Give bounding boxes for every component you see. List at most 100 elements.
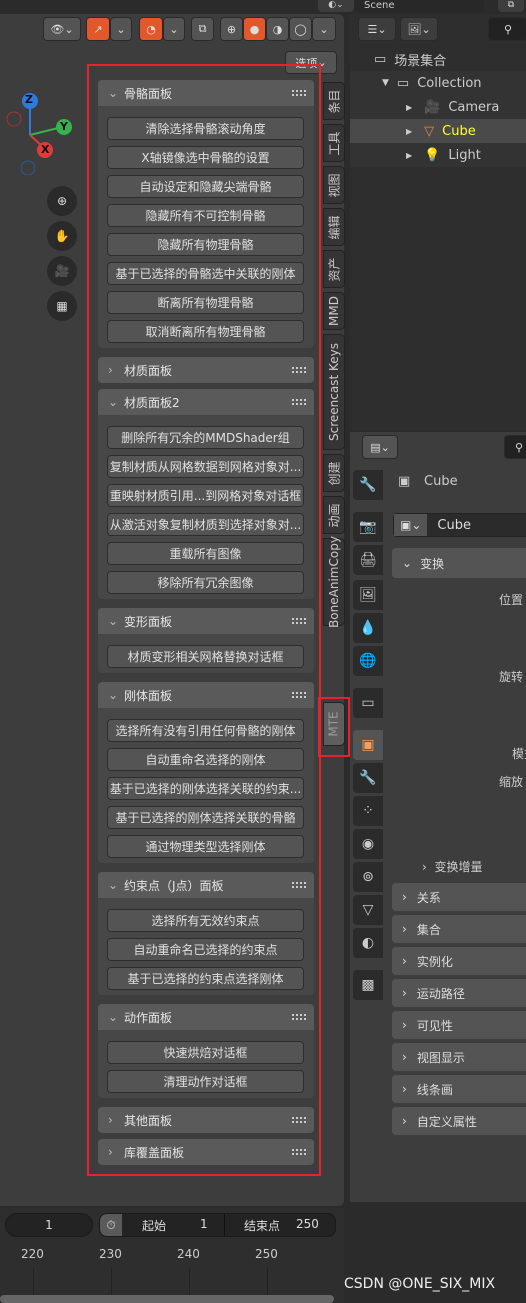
object-name-field[interactable]: ▣⌄ Cube <box>393 513 526 537</box>
sidebar-tab[interactable]: 条目 <box>323 82 345 120</box>
material-icon[interactable]: ◐ <box>353 928 383 958</box>
modifier-icon[interactable]: 🔧 <box>353 763 383 793</box>
outliner-item[interactable]: ▶ ▽ Cube <box>350 119 526 143</box>
search-icon[interactable]: ⚲ <box>488 17 526 41</box>
tool-icon[interactable]: 🔧 <box>353 470 383 500</box>
properties-section[interactable]: › 实例化 <box>392 947 526 975</box>
label: 场景集合 <box>394 53 447 69</box>
item-name: Light <box>448 147 481 163</box>
filter-dropdown[interactable]: 🖼⌄ <box>400 17 438 41</box>
constraints-icon[interactable]: ⊚ <box>353 862 383 892</box>
start-label: 起始 <box>142 1219 167 1233</box>
tab-label: 编辑 <box>327 214 342 240</box>
frame-tick-label: 220 <box>21 1247 44 1261</box>
camera-view-icon[interactable]: 🎥 <box>47 256 77 286</box>
display-mode-dropdown[interactable]: ☰⌄ <box>358 17 396 41</box>
properties-section[interactable]: › 集合 <box>392 915 526 943</box>
end-frame-field[interactable]: 250 <box>296 1217 319 1231</box>
visibility-dropdown[interactable]: 👁⌄ <box>43 17 81 41</box>
sidebar-tab[interactable]: Screencast Keys <box>323 334 345 450</box>
stopwatch-icon[interactable]: ⏱ <box>100 1214 122 1236</box>
collection-icon[interactable]: ▭ <box>353 688 383 718</box>
sidebar-tab[interactable]: 资产 <box>323 250 345 288</box>
sidebar-tab[interactable]: 视图 <box>323 166 345 204</box>
overlay-toggle[interactable]: ◔ <box>139 17 163 41</box>
physics-icon[interactable]: ◉ <box>353 829 383 859</box>
tab-label: Screencast Keys <box>327 343 341 441</box>
delta-transform-toggle[interactable]: › 变换增量 <box>422 858 482 875</box>
properties-section[interactable]: › 关系 <box>392 883 526 911</box>
data-icon[interactable]: ▽ <box>353 895 383 925</box>
grid-view-icon[interactable]: ▦ <box>47 291 77 321</box>
rendered-shading[interactable]: ◯ <box>289 17 312 41</box>
props-search-icon[interactable]: ⚲ <box>504 435 526 459</box>
editor-type-dropdown[interactable]: ▤⌄ <box>362 435 398 459</box>
particles-icon[interactable]: ⁘ <box>353 796 383 826</box>
zoom-icon[interactable]: ⊕ <box>47 186 77 216</box>
view-layer-icon[interactable]: 🖼 <box>353 580 383 610</box>
new-scene-icon[interactable]: ⧉ <box>498 0 524 12</box>
sidebar-tab[interactable]: BoneAnimCopy <box>323 536 345 628</box>
xray-icon: ⧉ <box>198 22 207 35</box>
output-icon[interactable]: 🖨 <box>353 545 383 575</box>
start-frame-field[interactable]: 1 <box>200 1217 208 1231</box>
z-axis-label: Z <box>25 93 33 106</box>
end-label: 结束点 <box>244 1219 281 1233</box>
sidebar-tab[interactable]: 工具 <box>323 124 345 162</box>
label: 变换 <box>420 556 445 571</box>
wireframe-shading[interactable]: ⊕ <box>220 17 243 41</box>
overlay-icon: ◔ <box>146 22 156 36</box>
expand-icon[interactable]: ▶ <box>406 103 412 112</box>
scene-name-value: Scene <box>364 0 395 11</box>
expand-icon[interactable]: ▶ <box>406 127 412 136</box>
gizmo-dropdown[interactable]: ⌄ <box>110 17 132 41</box>
render-icon[interactable]: 📷 <box>353 512 383 542</box>
properties-section[interactable]: › 自定义属性 <box>392 1107 526 1135</box>
shading-dropdown[interactable]: ⌄ <box>312 17 336 41</box>
rotation-label: 旋转 <box>499 670 524 684</box>
section-transform[interactable]: ⌄ 变换 <box>392 548 526 578</box>
chevron-right-icon: › <box>402 922 407 936</box>
mesh-icon: ▽ <box>424 123 435 139</box>
xray-toggle[interactable]: ⧉ <box>191 17 214 41</box>
section-title: 关系 <box>416 890 441 905</box>
outliner-item[interactable]: ▶ 🎥 Camera <box>350 95 526 119</box>
chevron-right-icon: › <box>402 1018 407 1032</box>
label: 变换增量 <box>434 860 483 874</box>
sidebar-tab[interactable]: 创建 <box>323 454 345 492</box>
properties-section[interactable]: › 线条画 <box>392 1075 526 1103</box>
outliner-scene-collection[interactable]: ▭ 场景集合 <box>350 47 526 71</box>
timeline-scrollbar[interactable] <box>0 1295 334 1303</box>
scene-name-field[interactable]: Scene <box>354 0 484 12</box>
properties-section[interactable]: › 视图显示 <box>392 1043 526 1071</box>
properties-section[interactable]: › 可见性 <box>392 1011 526 1039</box>
overlay-dropdown[interactable]: ⌄ <box>163 17 185 41</box>
object-icon[interactable]: ▣ <box>353 730 383 760</box>
tab-label: 视图 <box>327 172 342 198</box>
section-title: 自定义属性 <box>416 1114 477 1129</box>
material-shading[interactable]: ◑ <box>266 17 289 41</box>
section-title: 运动路径 <box>416 986 465 1001</box>
axis-gizmo[interactable] <box>0 85 90 175</box>
frame-gridline <box>267 1268 268 1295</box>
solid-shading[interactable]: ● <box>243 17 266 41</box>
texture-icon[interactable]: ▩ <box>353 970 383 1000</box>
scale-label: 缩放 <box>499 775 524 789</box>
current-frame-field[interactable]: 1 <box>5 1213 93 1237</box>
pan-hand-icon[interactable]: ✋ <box>47 221 77 251</box>
sidebar-tab[interactable]: 动画 <box>323 496 345 534</box>
properties-section[interactable]: › 运动路径 <box>392 979 526 1007</box>
chevron-right-icon: › <box>402 1114 407 1128</box>
material-icon: ◑ <box>272 22 283 36</box>
world-icon[interactable]: 🌐 <box>353 646 383 676</box>
chevron-right-icon: › <box>402 1082 407 1096</box>
sidebar-tab[interactable]: 编辑 <box>323 208 345 246</box>
divider <box>224 1214 225 1236</box>
outliner-item[interactable]: ▶ 💡 Light <box>350 143 526 167</box>
sidebar-tab[interactable]: MMD <box>323 292 345 330</box>
gizmo-toggle[interactable]: ↗ <box>86 17 110 41</box>
expand-icon[interactable]: ▶ <box>406 151 412 160</box>
outliner-collection[interactable]: ▼ ▭ Collection <box>350 71 526 95</box>
scene-browse-icon[interactable]: ◐⌄ <box>318 0 354 12</box>
scene-icon[interactable]: 💧 <box>353 613 383 643</box>
